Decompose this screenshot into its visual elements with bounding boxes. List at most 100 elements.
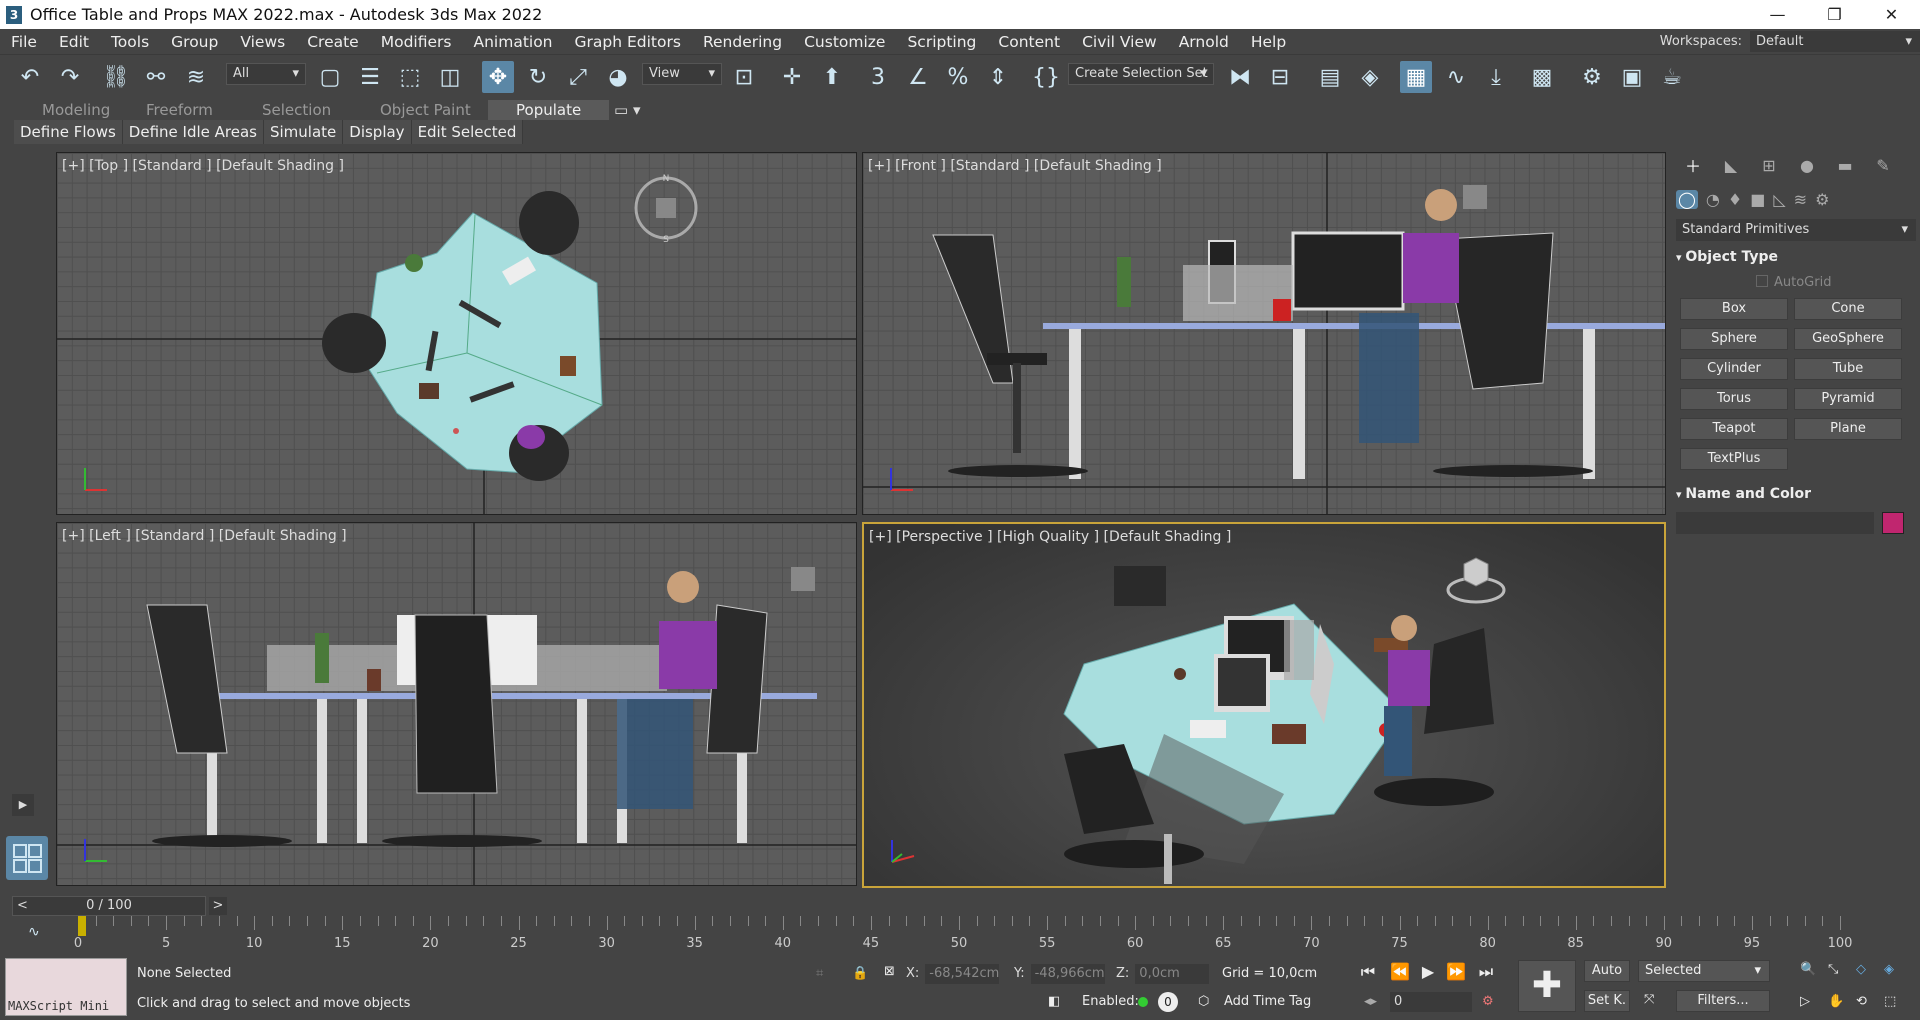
menu-modifiers[interactable]: Modifiers <box>370 33 463 51</box>
select-and-scale-icon[interactable]: ⤢ <box>562 61 594 93</box>
z-coordinate-field[interactable]: 0,0cm <box>1135 964 1210 984</box>
viewport-left[interactable]: [+] [Left ] [Standard ] [Default Shading… <box>56 522 857 886</box>
zoom-extents-icon[interactable]: ◇ <box>1856 962 1866 977</box>
scene-explorer-icon[interactable]: ▤ <box>1314 61 1346 93</box>
next-frame-icon[interactable]: > <box>209 897 227 915</box>
geometry-icon[interactable]: ◯ <box>1676 190 1698 209</box>
select-and-move-icon[interactable]: ✥ <box>482 61 514 93</box>
expand-icon[interactable]: ▶ <box>12 794 34 816</box>
create-tab-icon[interactable]: ＋ <box>1676 153 1710 177</box>
orbit-icon[interactable]: ⟲ <box>1856 994 1867 1009</box>
sphere-button[interactable]: Sphere <box>1680 328 1788 350</box>
adaptive-degradation-icon[interactable]: ◧ <box>1048 994 1060 1009</box>
ribbon-toggle-icon[interactable]: ▦ <box>1400 61 1432 93</box>
rendered-frame-window-icon[interactable]: ▣ <box>1616 61 1648 93</box>
torus-button[interactable]: Torus <box>1680 388 1788 410</box>
edit-named-selection-icon[interactable]: {} <box>1030 61 1062 93</box>
zoom-all-icon[interactable]: ⤡ <box>1828 962 1838 977</box>
menu-rendering[interactable]: Rendering <box>692 33 793 51</box>
go-to-end-icon[interactable]: ⏭ <box>1474 962 1498 984</box>
time-configuration-icon[interactable]: ⚙ <box>1482 994 1494 1009</box>
viewcube-icon[interactable] <box>1455 179 1495 219</box>
track-bar[interactable]: ∿ 0 5 10 15 20 25 30 35 40 45 50 55 60 65 70 75 80 85 90 95… <box>0 916 1920 951</box>
viewport-perspective[interactable]: [+] [Perspective ] [High Quality ] [Defa… <box>862 522 1666 888</box>
object-type-rollout[interactable]: Object Type <box>1676 249 1916 265</box>
select-manipulate-icon[interactable]: ✛ <box>776 61 808 93</box>
name-and-color-rollout[interactable]: Name and Color <box>1676 486 1916 502</box>
key-tangents-icon[interactable]: ⤧ <box>1644 992 1654 1007</box>
percent-snap-icon[interactable]: % <box>942 61 974 93</box>
previous-frame-icon[interactable]: ⏪ <box>1388 962 1412 984</box>
utilities-tab-icon[interactable]: ✎ <box>1866 156 1900 175</box>
menu-help[interactable]: Help <box>1240 33 1297 51</box>
plane-button[interactable]: Plane <box>1794 418 1902 440</box>
mirror-icon[interactable]: ⧓ <box>1224 61 1256 93</box>
cone-button[interactable]: Cone <box>1794 298 1902 320</box>
tab-freeform[interactable]: Freeform <box>146 100 213 120</box>
align-icon[interactable]: ⊟ <box>1264 61 1296 93</box>
layer-explorer-icon[interactable]: ◈ <box>1354 61 1386 93</box>
display-tab-icon[interactable]: ▬ <box>1828 156 1862 175</box>
play-icon[interactable]: ▶ <box>1416 962 1440 984</box>
menu-create[interactable]: Create <box>296 33 370 51</box>
tab-populate[interactable]: Populate <box>488 100 610 120</box>
schematic-view-icon[interactable]: ⤓ <box>1480 61 1512 93</box>
object-name-field[interactable] <box>1676 512 1874 534</box>
lights-icon[interactable]: ♦ <box>1728 190 1742 209</box>
curve-editor-icon[interactable]: ∿ <box>1440 61 1472 93</box>
select-and-rotate-icon[interactable]: ↻ <box>522 61 554 93</box>
object-color-swatch[interactable] <box>1882 512 1904 534</box>
rectangular-selection-icon[interactable]: ⬚ <box>394 61 426 93</box>
cylinder-button[interactable]: Cylinder <box>1680 358 1788 380</box>
pan-icon[interactable]: ✋ <box>1828 994 1844 1009</box>
link-icon[interactable]: ⛓ <box>100 61 132 93</box>
isolate-selection-icon[interactable]: ⌗ <box>816 966 823 981</box>
select-by-name-icon[interactable]: ☰ <box>354 61 386 93</box>
viewport-layouts-icon[interactable] <box>6 836 48 880</box>
selection-lock-icon[interactable]: 🔒 <box>852 966 868 981</box>
select-object-icon[interactable]: ▢ <box>314 61 346 93</box>
window-crossing-icon[interactable]: ◫ <box>434 61 466 93</box>
unlink-icon[interactable]: ⚯ <box>140 61 172 93</box>
systems-icon[interactable]: ⚙ <box>1815 190 1829 209</box>
menu-civil-view[interactable]: Civil View <box>1071 33 1168 51</box>
tab-object-paint[interactable]: Object Paint <box>380 100 471 120</box>
menu-customize[interactable]: Customize <box>793 33 896 51</box>
timeline-ruler[interactable]: 0 5 10 15 20 25 30 35 40 45 50 55 60 65 70 75 80 85 90 95 10… <box>74 916 1878 951</box>
time-slider[interactable]: < 0 / 100 > <box>12 896 227 916</box>
viewcube-icon[interactable] <box>1444 550 1508 606</box>
spinner-snap-icon[interactable]: ⇕ <box>982 61 1014 93</box>
current-frame-field[interactable]: 0 <box>1390 992 1472 1012</box>
reference-coordinate-dropdown[interactable]: View <box>642 63 722 85</box>
snaps-toggle-icon[interactable]: 3 <box>862 61 894 93</box>
selection-filter-dropdown[interactable]: All <box>226 63 306 85</box>
render-setup-icon[interactable]: ⚙ <box>1576 61 1608 93</box>
key-mode-icon[interactable]: ◂▸ <box>1364 994 1377 1009</box>
maxscript-listener[interactable]: MAXScript Mini <box>5 958 127 1016</box>
field-of-view-icon[interactable]: ▷ <box>1800 994 1810 1009</box>
menu-group[interactable]: Group <box>160 33 229 51</box>
define-idle-areas-button[interactable]: Define Idle Areas <box>122 120 264 144</box>
menu-file[interactable]: File <box>0 33 48 51</box>
auto-key-button[interactable]: Auto <box>1584 960 1630 982</box>
close-button[interactable]: ✕ <box>1863 0 1920 29</box>
add-time-tag[interactable]: Add Time Tag <box>1224 994 1311 1009</box>
named-selection-dropdown[interactable]: Create Selection Set <box>1068 63 1214 85</box>
key-filter-dropdown[interactable]: Selected ▾ <box>1638 960 1770 982</box>
curve-editor-mini-icon[interactable]: ∿ <box>28 924 40 940</box>
hierarchy-tab-icon[interactable]: ⊞ <box>1752 156 1786 175</box>
angle-snap-icon[interactable]: ∠ <box>902 61 934 93</box>
viewport-top[interactable]: [+] [Top ] [Standard ] [Default Shading … <box>56 152 857 515</box>
viewport-front[interactable]: [+] [Front ] [Standard ] [Default Shadin… <box>862 152 1666 515</box>
space-warps-icon[interactable]: ≋ <box>1794 190 1807 209</box>
menu-views[interactable]: Views <box>229 33 296 51</box>
tab-modeling[interactable]: Modeling <box>42 100 110 120</box>
render-production-icon[interactable]: ☕ <box>1656 61 1688 93</box>
next-frame-button-icon[interactable]: ⏩ <box>1444 962 1468 984</box>
motion-tab-icon[interactable]: ● <box>1790 156 1824 175</box>
helpers-icon[interactable]: ◺ <box>1773 190 1785 209</box>
primitive-type-dropdown[interactable]: Standard Primitives <box>1676 219 1916 241</box>
menu-animation[interactable]: Animation <box>462 33 563 51</box>
box-button[interactable]: Box <box>1680 298 1788 320</box>
zoom-extents-all-icon[interactable]: ◈ <box>1884 962 1894 977</box>
